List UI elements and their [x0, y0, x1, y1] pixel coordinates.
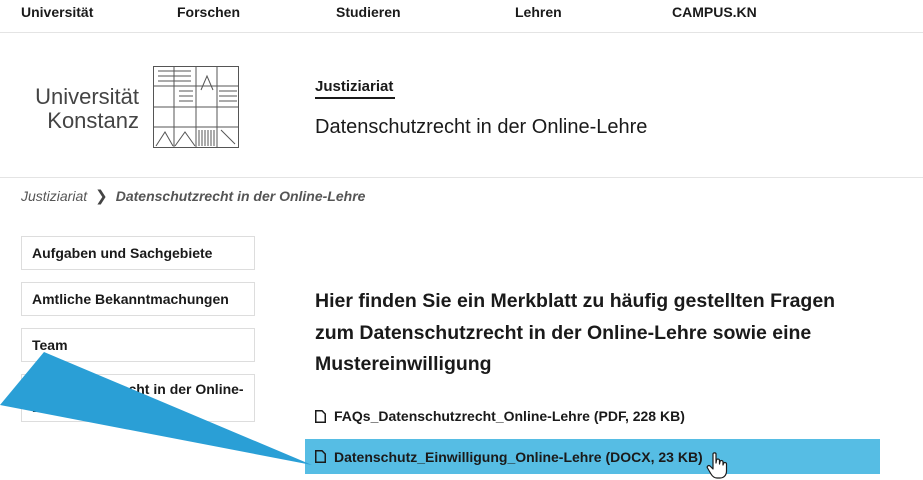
page-title: Datenschutzrecht in der Online-Lehre: [315, 116, 648, 138]
file-link-label: Datenschutz_Einwilligung_Online-Lehre (D…: [334, 448, 703, 465]
nav-forschen[interactable]: Forschen: [177, 4, 240, 20]
nav-lehren[interactable]: Lehren: [515, 4, 562, 20]
nav-campus-kn[interactable]: CAMPUS.KN: [672, 4, 757, 20]
section-underline: [315, 97, 395, 99]
sidebar-item-label: Aufgaben und Sachgebiete: [32, 245, 213, 261]
breadcrumb: Justiziariat ❯ Datenschutzrecht in der O…: [21, 187, 365, 205]
section-title[interactable]: Justiziariat: [315, 78, 393, 95]
breadcrumb-current: Datenschutzrecht in der Online-Lehre: [115, 188, 366, 204]
breadcrumb-parent[interactable]: Justiziariat: [21, 188, 87, 204]
sidebar-item-datenschutzrecht[interactable]: Datenschutzrecht in der Online-Lehre: [21, 374, 255, 422]
nav-universitaet[interactable]: Universität: [21, 4, 93, 20]
file-link-faq-pdf[interactable]: FAQs_Datenschutzrecht_Online-Lehre (PDF,…: [315, 408, 685, 424]
sidebar-item-label: Team: [32, 337, 68, 353]
file-link-label: FAQs_Datenschutzrecht_Online-Lehre (PDF,…: [334, 408, 685, 424]
document-icon: [315, 409, 326, 423]
main-heading: Hier finden Sie ein Merkblatt zu häufig …: [315, 290, 836, 375]
logo-line-1: Universität: [35, 84, 139, 109]
university-logo-icon[interactable]: [153, 66, 239, 148]
nav-studieren[interactable]: Studieren: [336, 4, 401, 20]
sidebar-item-bekanntmachungen[interactable]: Amtliche Bekanntmachungen: [21, 282, 255, 316]
chevron-right-icon: ❯: [95, 188, 108, 205]
sidebar-item-label: Datenschutzrecht in der Online-Lehre: [32, 381, 244, 415]
hand-pointer-icon: [706, 452, 728, 479]
sidebar-item-label: Amtliche Bekanntmachungen: [32, 291, 229, 307]
sidebar-item-team[interactable]: Team: [21, 328, 255, 362]
document-icon: [315, 450, 326, 463]
logo-line-2: Konstanz: [47, 108, 139, 133]
top-navigation: Universität Forschen Studieren Lehren CA…: [0, 0, 923, 33]
sidebar-item-aufgaben[interactable]: Aufgaben und Sachgebiete: [21, 236, 255, 270]
university-logo-text[interactable]: Universität Konstanz: [21, 85, 139, 133]
header-divider: [0, 177, 923, 178]
file-link-einwilligung-docx[interactable]: Datenschutz_Einwilligung_Online-Lehre (D…: [305, 439, 880, 474]
